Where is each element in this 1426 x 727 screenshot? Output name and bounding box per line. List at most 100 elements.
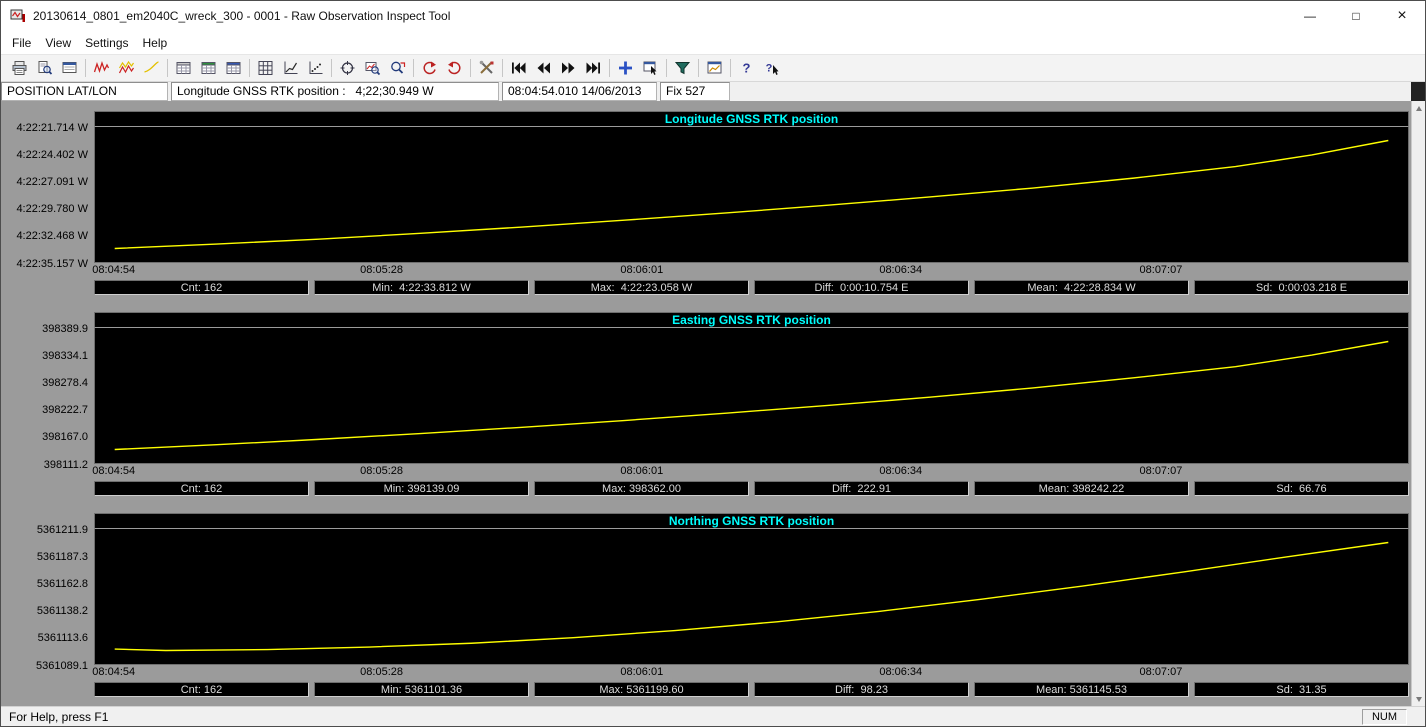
- menu-view[interactable]: View: [38, 34, 78, 52]
- scroll-up-icon[interactable]: [1412, 101, 1425, 115]
- y-axis-label: 398222.7: [42, 404, 88, 416]
- zoom-window-icon: [364, 60, 381, 76]
- stat-box: Min: 4:22:33.812 W: [314, 280, 529, 295]
- y-axis: 5361211.95361187.35361162.85361138.25361…: [1, 513, 94, 697]
- y-axis-label: 4:22:21.714 W: [16, 122, 88, 134]
- maximize-button[interactable]: □: [1333, 1, 1379, 31]
- fix-select-button[interactable]: [638, 56, 663, 80]
- chart-3: Northing GNSS RTK position08:04:5408:05:…: [94, 513, 1409, 697]
- graph-scatter-button[interactable]: [303, 56, 328, 80]
- toolbar-separator: [249, 59, 250, 77]
- y-axis-label: 4:22:29.780 W: [16, 203, 88, 215]
- zoom-data-button[interactable]: [385, 56, 410, 80]
- table-green-button[interactable]: [196, 56, 221, 80]
- first-fix-button[interactable]: [506, 56, 531, 80]
- x-axis-label: 08:05:28: [360, 465, 403, 477]
- info-position-mode: POSITION LAT/LON: [1, 82, 168, 101]
- y-axis-label: 4:22:24.402 W: [16, 149, 88, 161]
- graph-window-button[interactable]: [702, 56, 727, 80]
- y-axis-label: 398389.9: [42, 323, 88, 335]
- stat-box: Max: 398362.00: [534, 481, 749, 496]
- stat-box: Cnt: 162: [94, 280, 309, 295]
- zoom-window-button[interactable]: [360, 56, 385, 80]
- stat-box: Sd: 0:00:03.218 E: [1194, 280, 1409, 295]
- info-timestamp: 08:04:54.010 14/06/2013: [502, 82, 657, 101]
- rotate-right-button[interactable]: [442, 56, 467, 80]
- properties-button[interactable]: [57, 56, 82, 80]
- stat-box: Sd: 31.35: [1194, 682, 1409, 697]
- table-plain-button[interactable]: [171, 56, 196, 80]
- table-blue-button[interactable]: [221, 56, 246, 80]
- x-axis-label: 08:04:54: [92, 666, 135, 678]
- context-help-button[interactable]: ?: [759, 56, 784, 80]
- y-axis-label: 398111.2: [44, 459, 88, 471]
- x-axis-label: 08:06:34: [879, 264, 922, 276]
- filter-button[interactable]: [670, 56, 695, 80]
- chart-2-block: 398389.9398334.1398278.4398222.7398167.0…: [1, 312, 1409, 496]
- trace-red-icon: [93, 60, 110, 76]
- toolbar-separator: [609, 59, 610, 77]
- x-axis: 08:04:5408:05:2808:06:0108:06:3408:07:07: [94, 263, 1409, 277]
- zoom-data-icon: [389, 60, 406, 76]
- crosshair-button[interactable]: [335, 56, 360, 80]
- chart-title: Easting GNSS RTK position: [94, 312, 1409, 328]
- y-axis-label: 5361113.6: [38, 632, 88, 644]
- help-icon: ?: [738, 60, 755, 76]
- vertical-scrollbar[interactable]: [1411, 101, 1425, 706]
- graph-line-button[interactable]: [278, 56, 303, 80]
- graph-window-icon: [706, 60, 723, 76]
- add-fix-button[interactable]: [613, 56, 638, 80]
- x-axis-label: 08:07:07: [1140, 465, 1183, 477]
- toolbar-separator: [666, 59, 667, 77]
- toolbar-separator: [331, 59, 332, 77]
- print-button[interactable]: [7, 56, 32, 80]
- prev-fix-icon: [535, 60, 552, 76]
- chart-title: Longitude GNSS RTK position: [94, 111, 1409, 127]
- rotate-left-button[interactable]: [417, 56, 442, 80]
- grid-button[interactable]: [253, 56, 278, 80]
- scroll-down-icon[interactable]: [1412, 692, 1425, 706]
- chart-1-block: 4:22:21.714 W4:22:24.402 W4:22:27.091 W4…: [1, 111, 1409, 295]
- trace-multi-button[interactable]: [114, 56, 139, 80]
- menu-file[interactable]: File: [5, 34, 38, 52]
- table-plain-icon: [175, 60, 192, 76]
- y-axis-label: 398167.0: [42, 431, 88, 443]
- plot-area[interactable]: [94, 529, 1409, 665]
- help-button[interactable]: ?: [734, 56, 759, 80]
- tools-icon: [478, 60, 495, 76]
- grid-icon: [257, 60, 274, 76]
- app-window: 20130614_0801_em2040C_wreck_300 - 0001 -…: [0, 0, 1426, 727]
- tools-button[interactable]: [474, 56, 499, 80]
- rotate-right-icon: [446, 60, 463, 76]
- plot-area[interactable]: [94, 127, 1409, 263]
- data-trace: [115, 342, 1389, 450]
- last-fix-button[interactable]: [581, 56, 606, 80]
- trace-red-button[interactable]: [89, 56, 114, 80]
- close-icon: ×: [1397, 7, 1406, 25]
- menu-settings[interactable]: Settings: [78, 34, 135, 52]
- prev-fix-button[interactable]: [531, 56, 556, 80]
- info-bar: POSITION LAT/LON Longitude GNSS RTK posi…: [1, 82, 1425, 101]
- plot-area[interactable]: [94, 328, 1409, 464]
- trace-multi-icon: [118, 60, 135, 76]
- x-axis-label: 08:07:07: [1140, 264, 1183, 276]
- chart-stats: Cnt: 162Min: 398139.09Max: 398362.00Diff…: [94, 481, 1409, 496]
- menu-help[interactable]: Help: [136, 34, 175, 52]
- next-fix-icon: [560, 60, 577, 76]
- last-fix-icon: [585, 60, 602, 76]
- print-preview-button[interactable]: [32, 56, 57, 80]
- chart-3-block: 5361211.95361187.35361162.85361138.25361…: [1, 513, 1409, 697]
- close-button[interactable]: ×: [1379, 1, 1425, 31]
- y-axis-label: 5361211.9: [37, 524, 88, 536]
- stat-box: Sd: 66.76: [1194, 481, 1409, 496]
- minimize-button[interactable]: —: [1287, 1, 1333, 31]
- scrollbar-corner: [1411, 82, 1425, 101]
- y-axis-label: 398334.1: [42, 350, 88, 362]
- charts-area: 4:22:21.714 W4:22:24.402 W4:22:27.091 W4…: [1, 101, 1411, 706]
- print-icon: [11, 60, 28, 76]
- next-fix-button[interactable]: [556, 56, 581, 80]
- y-axis-label: 5361138.2: [37, 605, 88, 617]
- app-icon: [9, 8, 27, 24]
- trace-yellow-button[interactable]: [139, 56, 164, 80]
- stat-box: Mean: 5361145.53: [974, 682, 1189, 697]
